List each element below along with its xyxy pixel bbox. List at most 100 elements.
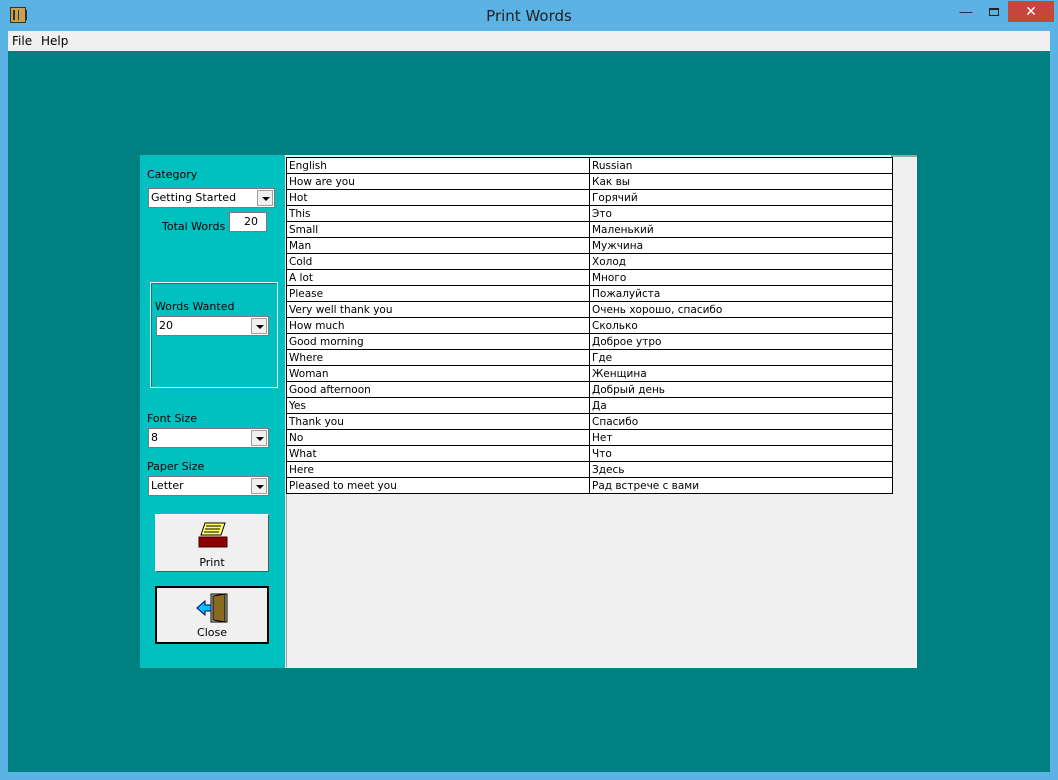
table-row[interactable]: What Что — [286, 445, 893, 462]
words-wanted-select[interactable]: 20 — [156, 316, 269, 336]
table-row[interactable]: Yes Да — [286, 397, 893, 414]
window-close-button[interactable]: ✕ — [1008, 1, 1054, 22]
english-cell[interactable]: Woman — [286, 365, 590, 382]
words-wanted-label: Words Wanted — [155, 300, 235, 313]
russian-cell[interactable]: Нет — [589, 429, 893, 446]
menu-help-label: Help — [41, 34, 69, 48]
english-cell[interactable]: Small — [286, 221, 590, 238]
title-bar[interactable]: Print Words — ✕ — [0, 0, 1058, 31]
maximize-icon — [989, 8, 999, 16]
english-cell[interactable]: No — [286, 429, 590, 446]
english-cell[interactable]: Very well thank you — [286, 301, 590, 318]
table-row[interactable]: Thank you Спасибо — [286, 413, 893, 430]
font-size-label: Font Size — [147, 412, 198, 425]
paper-size-select[interactable]: Letter — [148, 476, 269, 496]
words-table[interactable]: English Russian How are you Как вы Hot Горячи… — [286, 157, 893, 494]
category-value: Getting Started — [151, 191, 237, 204]
maximize-button[interactable] — [980, 1, 1008, 22]
english-cell[interactable]: Hot — [286, 189, 590, 206]
english-cell[interactable]: What — [286, 445, 590, 462]
table-row[interactable]: Woman Женщина — [286, 365, 893, 382]
font-size-select[interactable]: 8 — [148, 428, 269, 448]
chevron-down-icon[interactable] — [251, 478, 267, 494]
menu-file-label: File — [12, 34, 33, 48]
minimize-button[interactable]: — — [952, 1, 980, 22]
table-row[interactable]: Very well thank you Очень хорошо, спасибо — [286, 301, 893, 318]
russian-cell[interactable]: Сколько — [589, 317, 893, 334]
russian-cell[interactable]: Это — [589, 205, 893, 222]
chevron-down-icon[interactable] — [257, 190, 273, 206]
total-words-label: Total Words — [162, 220, 226, 233]
english-cell[interactable]: Thank you — [286, 413, 590, 430]
english-cell[interactable]: English — [286, 157, 590, 174]
table-row[interactable]: Good afternoon Добрый день — [286, 381, 893, 398]
table-row[interactable]: Hot Горячий — [286, 189, 893, 206]
table-row[interactable]: This Это — [286, 205, 893, 222]
russian-cell[interactable]: Как вы — [589, 173, 893, 190]
english-cell[interactable]: This — [286, 205, 590, 222]
english-cell[interactable]: How are you — [286, 173, 590, 190]
english-cell[interactable]: How much — [286, 317, 590, 334]
category-select[interactable]: Getting Started — [148, 188, 275, 208]
russian-cell[interactable]: Много — [589, 269, 893, 286]
printer-icon — [198, 522, 228, 548]
russian-cell[interactable]: Очень хорошо, спасибо — [589, 301, 893, 318]
paper-size-value: Letter — [151, 479, 184, 492]
close-label: Close — [197, 626, 227, 639]
table-row[interactable]: No Нет — [286, 429, 893, 446]
english-cell[interactable]: Please — [286, 285, 590, 302]
english-cell[interactable]: Where — [286, 349, 590, 366]
russian-cell[interactable]: Да — [589, 397, 893, 414]
russian-cell[interactable]: Горячий — [589, 189, 893, 206]
russian-cell[interactable]: Что — [589, 445, 893, 462]
russian-cell[interactable]: Здесь — [589, 461, 893, 478]
close-button[interactable]: Close — [155, 586, 269, 644]
english-cell[interactable]: Pleased to meet you — [286, 477, 590, 494]
table-row[interactable]: Good morning Доброе утро — [286, 333, 893, 350]
russian-cell[interactable]: Спасибо — [589, 413, 893, 430]
table-row[interactable]: How are you Как вы — [286, 173, 893, 190]
russian-cell[interactable]: Где — [589, 349, 893, 366]
total-words-field: 20 — [229, 212, 267, 232]
chevron-down-icon[interactable] — [251, 430, 267, 446]
menu-file[interactable]: File — [12, 34, 32, 48]
table-row[interactable]: How much Сколько — [286, 317, 893, 334]
table-row[interactable]: Where Где — [286, 349, 893, 366]
table-row[interactable]: Man Мужчина — [286, 237, 893, 254]
table-row[interactable]: Cold Холод — [286, 253, 893, 270]
menu-help[interactable]: Help — [41, 34, 68, 48]
russian-cell[interactable]: Russian — [589, 157, 893, 174]
table-row[interactable]: Pleased to meet you Рад встрече с вами — [286, 477, 893, 494]
russian-cell[interactable]: Маленький — [589, 221, 893, 238]
english-cell[interactable]: A lot — [286, 269, 590, 286]
table-row[interactable]: Here Здесь — [286, 461, 893, 478]
russian-cell[interactable]: Женщина — [589, 365, 893, 382]
print-label: Print — [199, 556, 225, 569]
menu-bar: File Help — [8, 31, 1050, 51]
russian-cell[interactable]: Пожалуйста — [589, 285, 893, 302]
door-exit-icon — [196, 593, 228, 623]
english-cell[interactable]: Good morning — [286, 333, 590, 350]
russian-cell[interactable]: Мужчина — [589, 237, 893, 254]
english-cell[interactable]: Yes — [286, 397, 590, 414]
paper-size-label: Paper Size — [147, 460, 205, 473]
table-row[interactable]: Please Пожалуйста — [286, 285, 893, 302]
font-size-value: 8 — [151, 431, 158, 444]
table-header-row[interactable]: English Russian — [286, 157, 893, 174]
words-table-body: English Russian How are you Как вы Hot Горячи… — [286, 157, 893, 494]
russian-cell[interactable]: Добрый день — [589, 381, 893, 398]
words-wanted-value: 20 — [159, 319, 173, 332]
russian-cell[interactable]: Рад встрече с вами — [589, 477, 893, 494]
chevron-down-icon[interactable] — [251, 318, 267, 334]
table-edge — [891, 155, 917, 157]
english-cell[interactable]: Man — [286, 237, 590, 254]
english-cell[interactable]: Here — [286, 461, 590, 478]
russian-cell[interactable]: Доброе утро — [589, 333, 893, 350]
russian-cell[interactable]: Холод — [589, 253, 893, 270]
print-button[interactable]: Print — [155, 514, 269, 572]
english-cell[interactable]: Cold — [286, 253, 590, 270]
category-label: Category — [147, 168, 198, 181]
table-row[interactable]: Small Маленький — [286, 221, 893, 238]
english-cell[interactable]: Good afternoon — [286, 381, 590, 398]
table-row[interactable]: A lot Много — [286, 269, 893, 286]
